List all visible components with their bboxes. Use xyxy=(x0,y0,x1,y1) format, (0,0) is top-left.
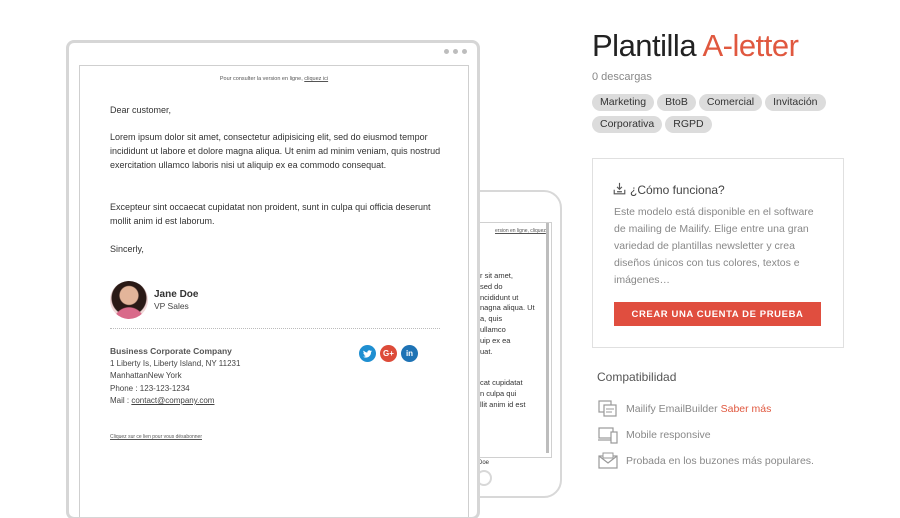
company-block: Business Corporate Company 1 Liberty Is,… xyxy=(110,345,240,408)
company-name: Business Corporate Company xyxy=(110,346,232,356)
mobile-line: uip ex ea xyxy=(480,335,511,345)
mobile-email-text: r sit amet, sed do ncididunt ut nagna al… xyxy=(480,271,535,411)
email-divider xyxy=(110,328,440,329)
compat-item-mailbox: Probada en los buzones más populares. xyxy=(597,448,814,474)
mailbox-icon xyxy=(597,451,619,471)
tag-invitacion[interactable]: Invitación xyxy=(765,94,826,111)
how-it-works-text: Este modelo está disponible en el softwa… xyxy=(614,206,814,286)
linkedin-icon[interactable]: in xyxy=(401,345,418,362)
email-paragraph-1: Lorem ipsum dolor sit amet, consectetur … xyxy=(110,132,441,170)
online-version-anchor[interactable]: cliquez ici xyxy=(304,76,328,82)
company-address-1: 1 Liberty Is, Liberty Island, NY 11231 xyxy=(110,358,241,368)
compat-item-mobile: Mobile responsive xyxy=(597,422,814,448)
mobile-line: uat. xyxy=(480,346,493,356)
twitter-icon[interactable] xyxy=(359,345,376,362)
online-version-text: Pour consulter la version en ligne, xyxy=(219,76,305,82)
compat-label-emailbuilder: Mailify EmailBuilder xyxy=(626,403,718,415)
email-builder-icon xyxy=(597,399,619,419)
create-trial-account-button[interactable]: CREAR UNA CUENTA DE PRUEBA xyxy=(614,302,821,326)
online-version-link: Pour consulter la version en ligne, cliq… xyxy=(80,76,468,82)
compatibility-list: Mailify EmailBuilder Saber más Mobile re… xyxy=(597,396,814,474)
mobile-scrollbar[interactable] xyxy=(546,223,549,453)
how-it-works-box: ¿Cómo funciona? Este modelo está disponi… xyxy=(592,158,844,348)
email-closing: Sincerly, xyxy=(110,244,144,254)
download-count: 0 descargas xyxy=(592,71,652,83)
avatar xyxy=(110,281,148,319)
email-frame: Pour consulter la version en ligne, cliq… xyxy=(79,65,469,517)
title-template-name: A-letter xyxy=(702,28,799,63)
devices-icon xyxy=(597,425,619,445)
download-tray-icon xyxy=(613,182,626,198)
compat-label-mobile: Mobile responsive xyxy=(626,429,711,441)
tag-corporativa[interactable]: Corporativa xyxy=(592,116,663,133)
mobile-line: llit anim id est xyxy=(480,399,526,409)
how-it-works-heading: ¿Cómo funciona? xyxy=(613,182,725,198)
google-plus-icon[interactable]: G+ xyxy=(380,345,397,362)
tag-marketing[interactable]: Marketing xyxy=(592,94,655,111)
email-body: Dear customer, Lorem ipsum dolor sit ame… xyxy=(110,103,450,270)
desktop-preview: Pour consulter la version en ligne, cliq… xyxy=(66,40,480,518)
signature-title: VP Sales xyxy=(154,300,189,311)
mobile-line: a, quis xyxy=(480,314,503,324)
mobile-online-link[interactable]: ersion en ligne, cliquez xyxy=(495,228,546,234)
mail-link[interactable]: contact@company.com xyxy=(131,396,214,405)
email-greeting: Dear customer, xyxy=(110,105,172,115)
mail-label: Mail : xyxy=(110,396,132,405)
compat-label-mailbox: Probada en los buzones más populares. xyxy=(626,455,814,467)
mobile-line: ullamco xyxy=(480,324,506,334)
window-dots-icon xyxy=(444,49,467,54)
mobile-line: sed do xyxy=(480,281,503,291)
how-it-works-title: ¿Cómo funciona? xyxy=(630,183,725,197)
company-address-2: ManhattanNew York xyxy=(110,371,182,380)
tag-list: Marketing BtoB Comercial Invitación Corp… xyxy=(592,94,842,133)
learn-more-link[interactable]: Saber más xyxy=(721,403,772,415)
mobile-line: cat cupidatat xyxy=(480,378,523,388)
mobile-line: nagna aliqua. Ut xyxy=(480,303,535,313)
mobile-line: n culpa qui xyxy=(480,389,517,399)
tag-comercial[interactable]: Comercial xyxy=(698,94,763,111)
tag-rgpd[interactable]: RGPD xyxy=(665,116,712,133)
company-phone: Phone : 123-123-1234 xyxy=(110,383,190,393)
compat-item-emailbuilder: Mailify EmailBuilder Saber más xyxy=(597,396,814,422)
company-mail: Mail : contact@company.com xyxy=(110,395,240,408)
tag-btob[interactable]: BtoB xyxy=(657,94,696,111)
unsubscribe-link[interactable]: Cliquez sur ce lien pour vous désabonner xyxy=(110,434,202,440)
signature: Jane Doe VP Sales xyxy=(110,281,198,319)
mobile-gap xyxy=(480,357,535,378)
compatibility-title: Compatibilidad xyxy=(597,370,677,384)
signature-name: Jane Doe xyxy=(154,288,199,300)
mobile-line: ncididunt ut xyxy=(480,292,519,302)
email-paragraph-2: Excepteur sint occaecat cupidatat non pr… xyxy=(110,202,431,226)
page-title: Plantilla A-letter xyxy=(592,28,799,64)
mobile-line: r sit amet, xyxy=(480,271,513,280)
title-prefix: Plantilla xyxy=(592,28,703,63)
social-links: G+ in xyxy=(359,345,418,362)
